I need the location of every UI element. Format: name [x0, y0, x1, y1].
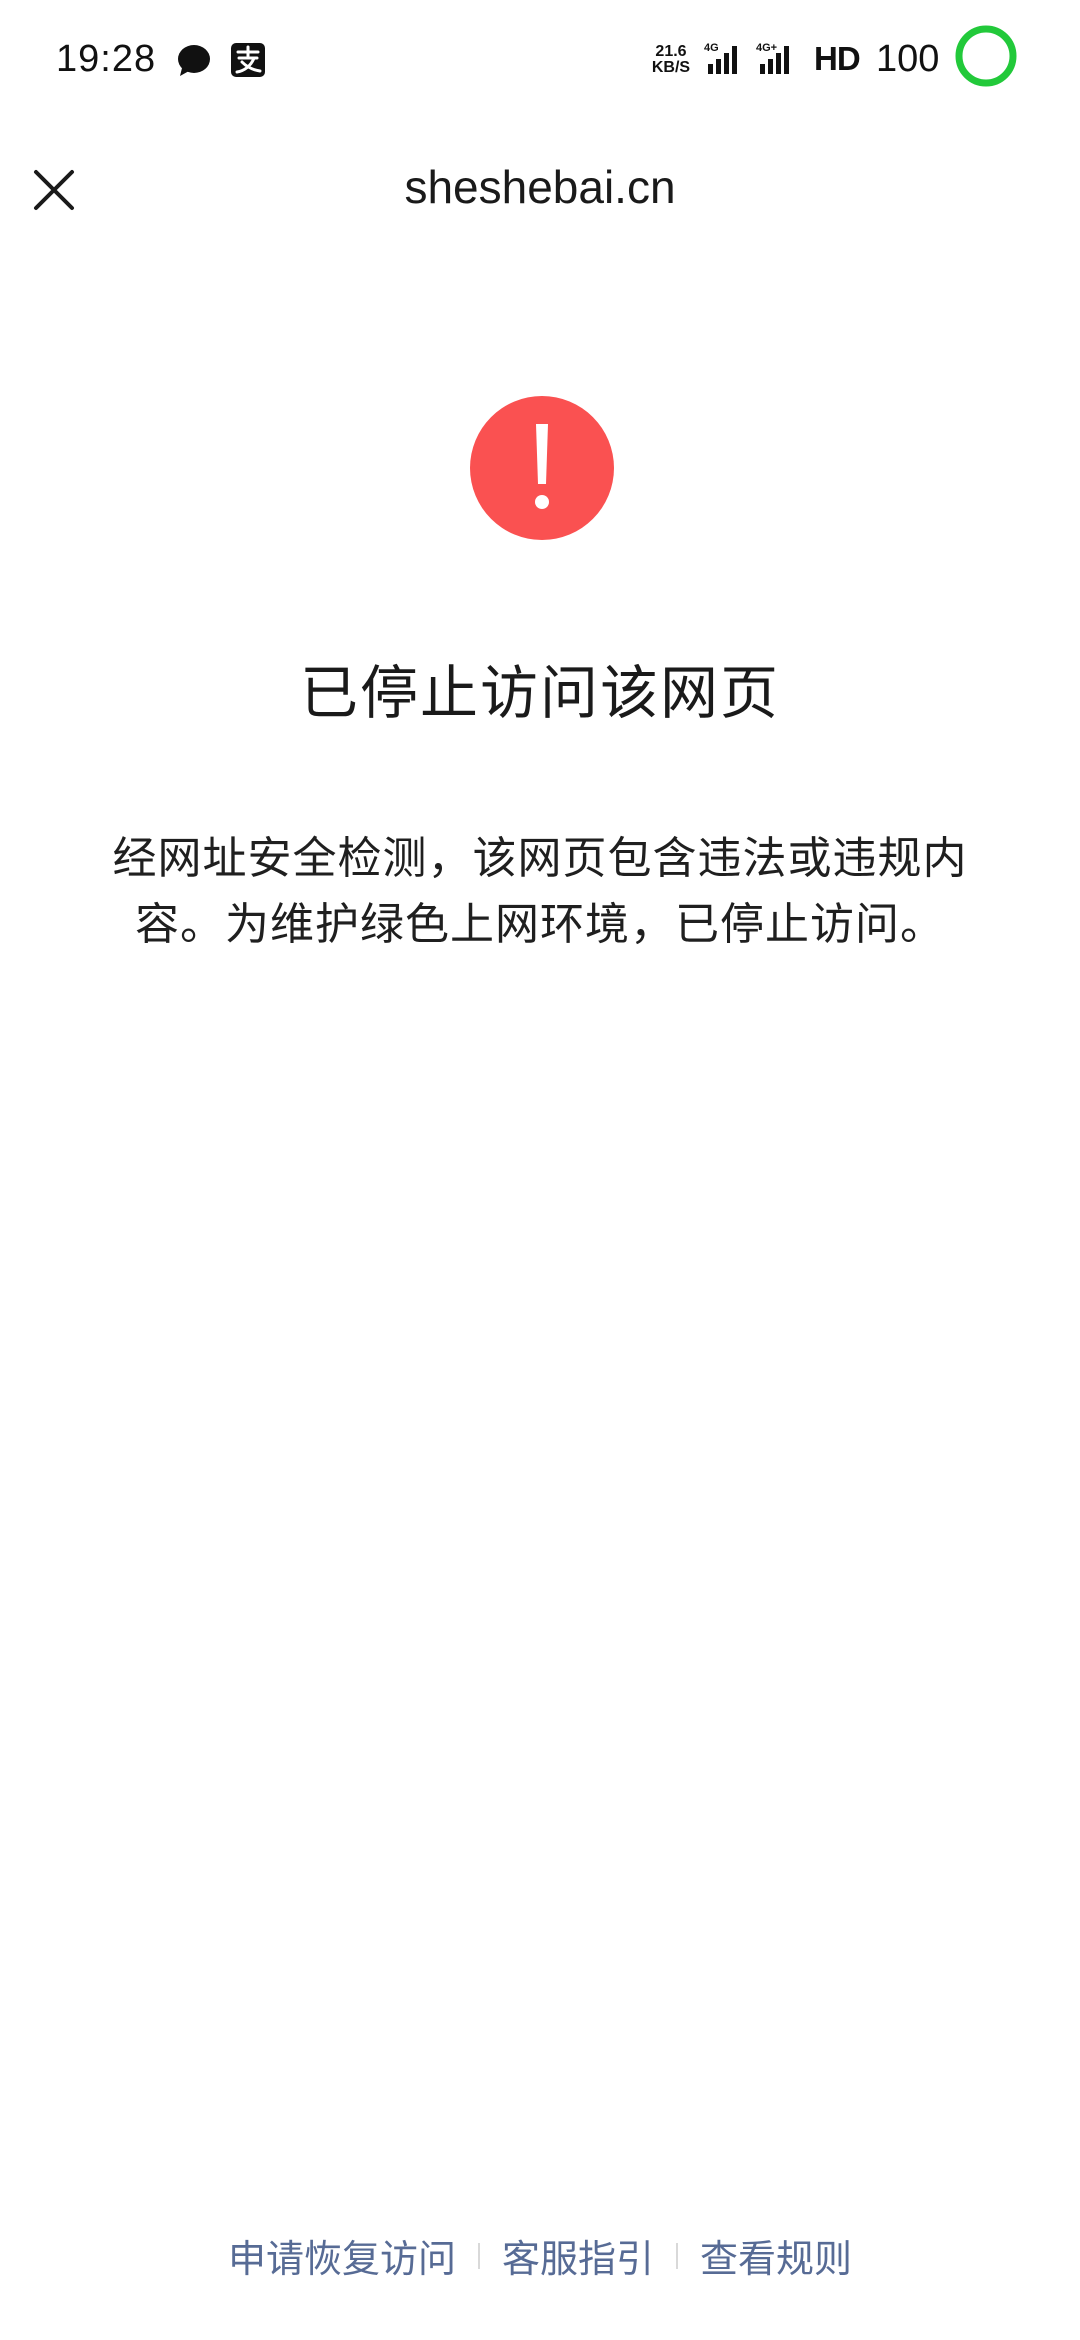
- signal-2-label: 4G+: [756, 42, 777, 54]
- status-bar: 19:28 21.6 KB/S 4G 4G+ HD 100: [0, 0, 1080, 120]
- alipay-icon: [231, 43, 265, 77]
- cellular-signal-icon: 4G+: [756, 42, 789, 74]
- chat-bubble-icon: [178, 45, 210, 76]
- page-title: sheshebai.cn: [404, 161, 676, 213]
- warning-heading: 已停止访问该网页: [299, 659, 780, 727]
- blocked-page: 19:28 21.6 KB/S 4G 4G+ HD 100 sheshebai.…: [0, 0, 1080, 2340]
- warning-description: 经网址安全检测，该网页包含违法或违规内容。为维护绿色上网环境，已停止访问。: [112, 833, 968, 950]
- exclamation-icon: [470, 396, 614, 540]
- customer-service-guide-link[interactable]: 客服指引: [502, 2224, 654, 2287]
- status-time: 19:28: [56, 38, 157, 80]
- network-speed-unit: KB/S: [651, 59, 691, 76]
- signal-1-label: 4G: [704, 42, 719, 54]
- network-speed-value: 21.6: [655, 43, 687, 60]
- view-rules-link[interactable]: 查看规则: [700, 2224, 852, 2287]
- battery-ring-icon: [955, 25, 1017, 87]
- footer-divider: [676, 2242, 678, 2269]
- request-restore-access-link[interactable]: 申请恢复访问: [228, 2224, 456, 2287]
- cellular-signal-icon: 4G: [704, 42, 737, 74]
- battery-level: 100: [876, 38, 940, 80]
- footer-divider: [477, 2242, 480, 2269]
- footer-links: 申请恢复访问 客服指引 查看规则: [0, 2224, 1080, 2287]
- network-speed: 21.6 KB/S: [646, 44, 696, 76]
- hd-voice-label: HD: [814, 40, 861, 77]
- title-bar: sheshebai.cn: [0, 130, 1080, 250]
